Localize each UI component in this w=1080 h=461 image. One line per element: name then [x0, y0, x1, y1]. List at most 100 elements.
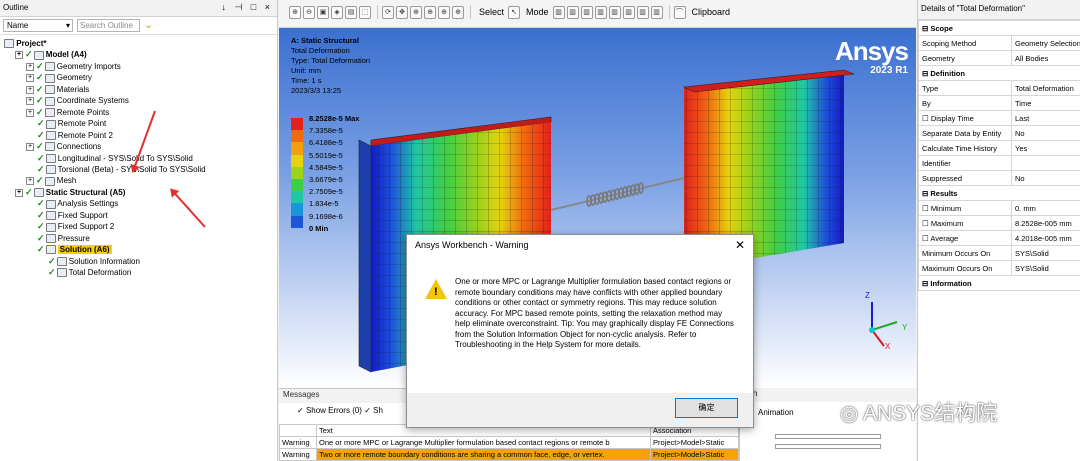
- axis-label-x: X: [885, 342, 891, 351]
- tree-item-icon: [56, 268, 67, 278]
- triad-icon: [869, 302, 898, 347]
- tree-node[interactable]: + ✓ Model (A4): [15, 49, 87, 60]
- messages-table: Text Association Warning One or more MPC o…: [279, 424, 739, 461]
- parameter-checkbox[interactable]: ☐: [922, 219, 931, 228]
- timeline-bar[interactable]: [775, 444, 881, 449]
- show-errors-checkbox[interactable]: ✓: [297, 406, 306, 415]
- details-row[interactable]: By Time: [918, 95, 1080, 111]
- tree-node[interactable]: ✓ Fixed Support 2: [37, 221, 114, 232]
- tree-node[interactable]: ✓ Total Deformation: [48, 267, 131, 278]
- details-row[interactable]: Minimum Occurs On SYS\Solid: [918, 245, 1080, 261]
- check-status-icon: ✓: [36, 175, 44, 186]
- expand-icon[interactable]: +: [26, 177, 34, 186]
- tree-node-label: Pressure: [57, 233, 90, 243]
- tree-node[interactable]: + ✓ Geometry Imports: [26, 61, 121, 72]
- check-status-icon: ✓: [37, 209, 45, 220]
- tree-node[interactable]: ✓ Remote Point 2: [37, 130, 113, 141]
- details-row[interactable]: ☐ Display Time Last: [918, 110, 1080, 126]
- details-row[interactable]: Separate Data by Entity No: [918, 125, 1080, 141]
- tree-node-label: Coordinate Systems: [56, 96, 129, 106]
- expand-icon[interactable]: +: [26, 97, 34, 106]
- tree-node[interactable]: ✓ Longitudinal - SYS\Solid To SYS\Solid: [37, 153, 193, 164]
- tree-item-icon: [4, 39, 14, 49]
- tree-node[interactable]: + ✓ Coordinate Systems: [26, 95, 129, 106]
- details-section[interactable]: ⊟ Results: [918, 185, 1080, 201]
- tree-node[interactable]: ✓ Pressure: [37, 233, 90, 244]
- expand-icon[interactable]: +: [15, 51, 23, 60]
- details-row[interactable]: Identifier: [918, 155, 1080, 171]
- tree-node[interactable]: ✓ Fixed Support: [37, 210, 108, 221]
- tree-item-icon: [45, 222, 56, 232]
- tree-node[interactable]: Project*: [4, 38, 46, 49]
- details-row[interactable]: Geometry All Bodies: [918, 50, 1080, 66]
- filter-chevron-icon[interactable]: ⌄: [144, 18, 153, 31]
- tree-node[interactable]: ✓ Solution Information: [48, 256, 140, 267]
- check-status-icon: ✓: [36, 95, 44, 106]
- details-row[interactable]: ☐ Maximum 8.2528e-005 mm: [918, 215, 1080, 231]
- details-section[interactable]: ⊟ Definition: [918, 65, 1080, 81]
- parameter-checkbox[interactable]: ☐: [922, 114, 931, 123]
- tree-node[interactable]: + ✓ Mesh: [26, 175, 76, 186]
- tree-item-icon: [45, 211, 56, 221]
- expand-icon[interactable]: +: [26, 85, 34, 94]
- parameter-checkbox[interactable]: ☐: [922, 204, 931, 213]
- ok-button[interactable]: 确定: [675, 398, 738, 418]
- tree-node[interactable]: + ✓ Geometry: [26, 72, 92, 83]
- tree-item-icon: [44, 108, 55, 118]
- tree-item-icon: [44, 176, 55, 186]
- details-row[interactable]: ☐ Average 4.2018e-005 mm: [918, 230, 1080, 246]
- tree-node[interactable]: ✓ Torsional (Beta) - SYS\Solid To SYS\So…: [37, 164, 206, 175]
- tree-node[interactable]: ✓ Remote Point: [37, 118, 106, 129]
- tree-node[interactable]: + ✓ Remote Points: [26, 107, 109, 118]
- outline-title-bar: Outline ↓ ⊣ □ ×: [0, 0, 277, 17]
- dialog-message: One or more MPC or Lagrange Multiplier f…: [407, 257, 753, 393]
- tree-node-label: Remote Point 2: [57, 130, 113, 140]
- tree-node[interactable]: ✓ Solution (A6): [37, 244, 112, 255]
- check-status-icon: ✓: [48, 267, 56, 277]
- message-row[interactable]: Warning One or more MPC or Lagrange Multi…: [279, 436, 739, 449]
- tree-node-label: Geometry: [56, 73, 92, 83]
- show-warnings-checkbox[interactable]: ✓: [364, 406, 373, 415]
- expand-icon[interactable]: +: [15, 188, 23, 197]
- details-section[interactable]: ⊟ Scope: [918, 20, 1080, 36]
- tree-node[interactable]: + ✓ Connections: [26, 141, 101, 152]
- check-status-icon: ✓: [36, 83, 44, 94]
- tree-node[interactable]: + ✓ Materials: [26, 84, 89, 95]
- check-status-icon: ✓: [37, 198, 45, 209]
- details-section[interactable]: ⊟ Information: [918, 275, 1080, 291]
- close-icon[interactable]: ✕: [735, 238, 745, 252]
- dialog-footer: 确定: [407, 393, 753, 427]
- details-row[interactable]: Type Total Deformation: [918, 80, 1080, 96]
- panel-window-buttons[interactable]: ↓ ⊣ □ ×: [221, 2, 273, 13]
- warning-dialog: Ansys Workbench - Warning ✕ One or more …: [406, 234, 754, 428]
- outline-title: Outline: [3, 3, 29, 12]
- check-status-icon: ✓: [37, 221, 45, 232]
- details-row[interactable]: Suppressed No: [918, 170, 1080, 186]
- message-row[interactable]: Warning Two or more remote boundary condi…: [279, 448, 739, 461]
- tree-item-icon: [44, 142, 55, 152]
- tree-item-icon: [45, 119, 56, 129]
- tree-node[interactable]: + ✓ Static Structural (A5): [15, 187, 125, 198]
- details-table: ⊟ Scope Scoping Method Geometry Selection G…: [918, 20, 1080, 291]
- details-row[interactable]: ☐ Minimum 0. mm: [918, 200, 1080, 216]
- expand-icon[interactable]: +: [26, 62, 34, 71]
- tree-node[interactable]: ✓ Analysis Settings: [37, 198, 118, 209]
- tree-node-label: Geometry Imports: [56, 61, 121, 71]
- details-row[interactable]: Scoping Method Geometry Selection: [918, 35, 1080, 51]
- tree-item-icon: [45, 245, 56, 255]
- tree-node-label: Project*: [16, 39, 47, 48]
- expand-icon[interactable]: +: [26, 74, 34, 83]
- details-row[interactable]: Maximum Occurs On SYS\Solid: [918, 260, 1080, 276]
- tree-item-icon: [45, 165, 56, 175]
- tree-item-icon: [45, 153, 56, 163]
- expand-icon[interactable]: +: [26, 142, 34, 151]
- details-row[interactable]: Calculate Time History Yes: [918, 140, 1080, 156]
- name-filter-select[interactable]: Name ▾: [3, 19, 73, 32]
- expand-icon[interactable]: +: [26, 108, 34, 117]
- watermark: ◎ ANSYS结构院: [840, 402, 998, 425]
- animation-label: Animation: [758, 408, 794, 417]
- timeline-bar[interactable]: [775, 434, 881, 439]
- tree-node-label: Model (A4): [45, 50, 87, 60]
- search-outline-input[interactable]: Search Outline: [77, 19, 140, 32]
- check-status-icon: ✓: [25, 49, 33, 60]
